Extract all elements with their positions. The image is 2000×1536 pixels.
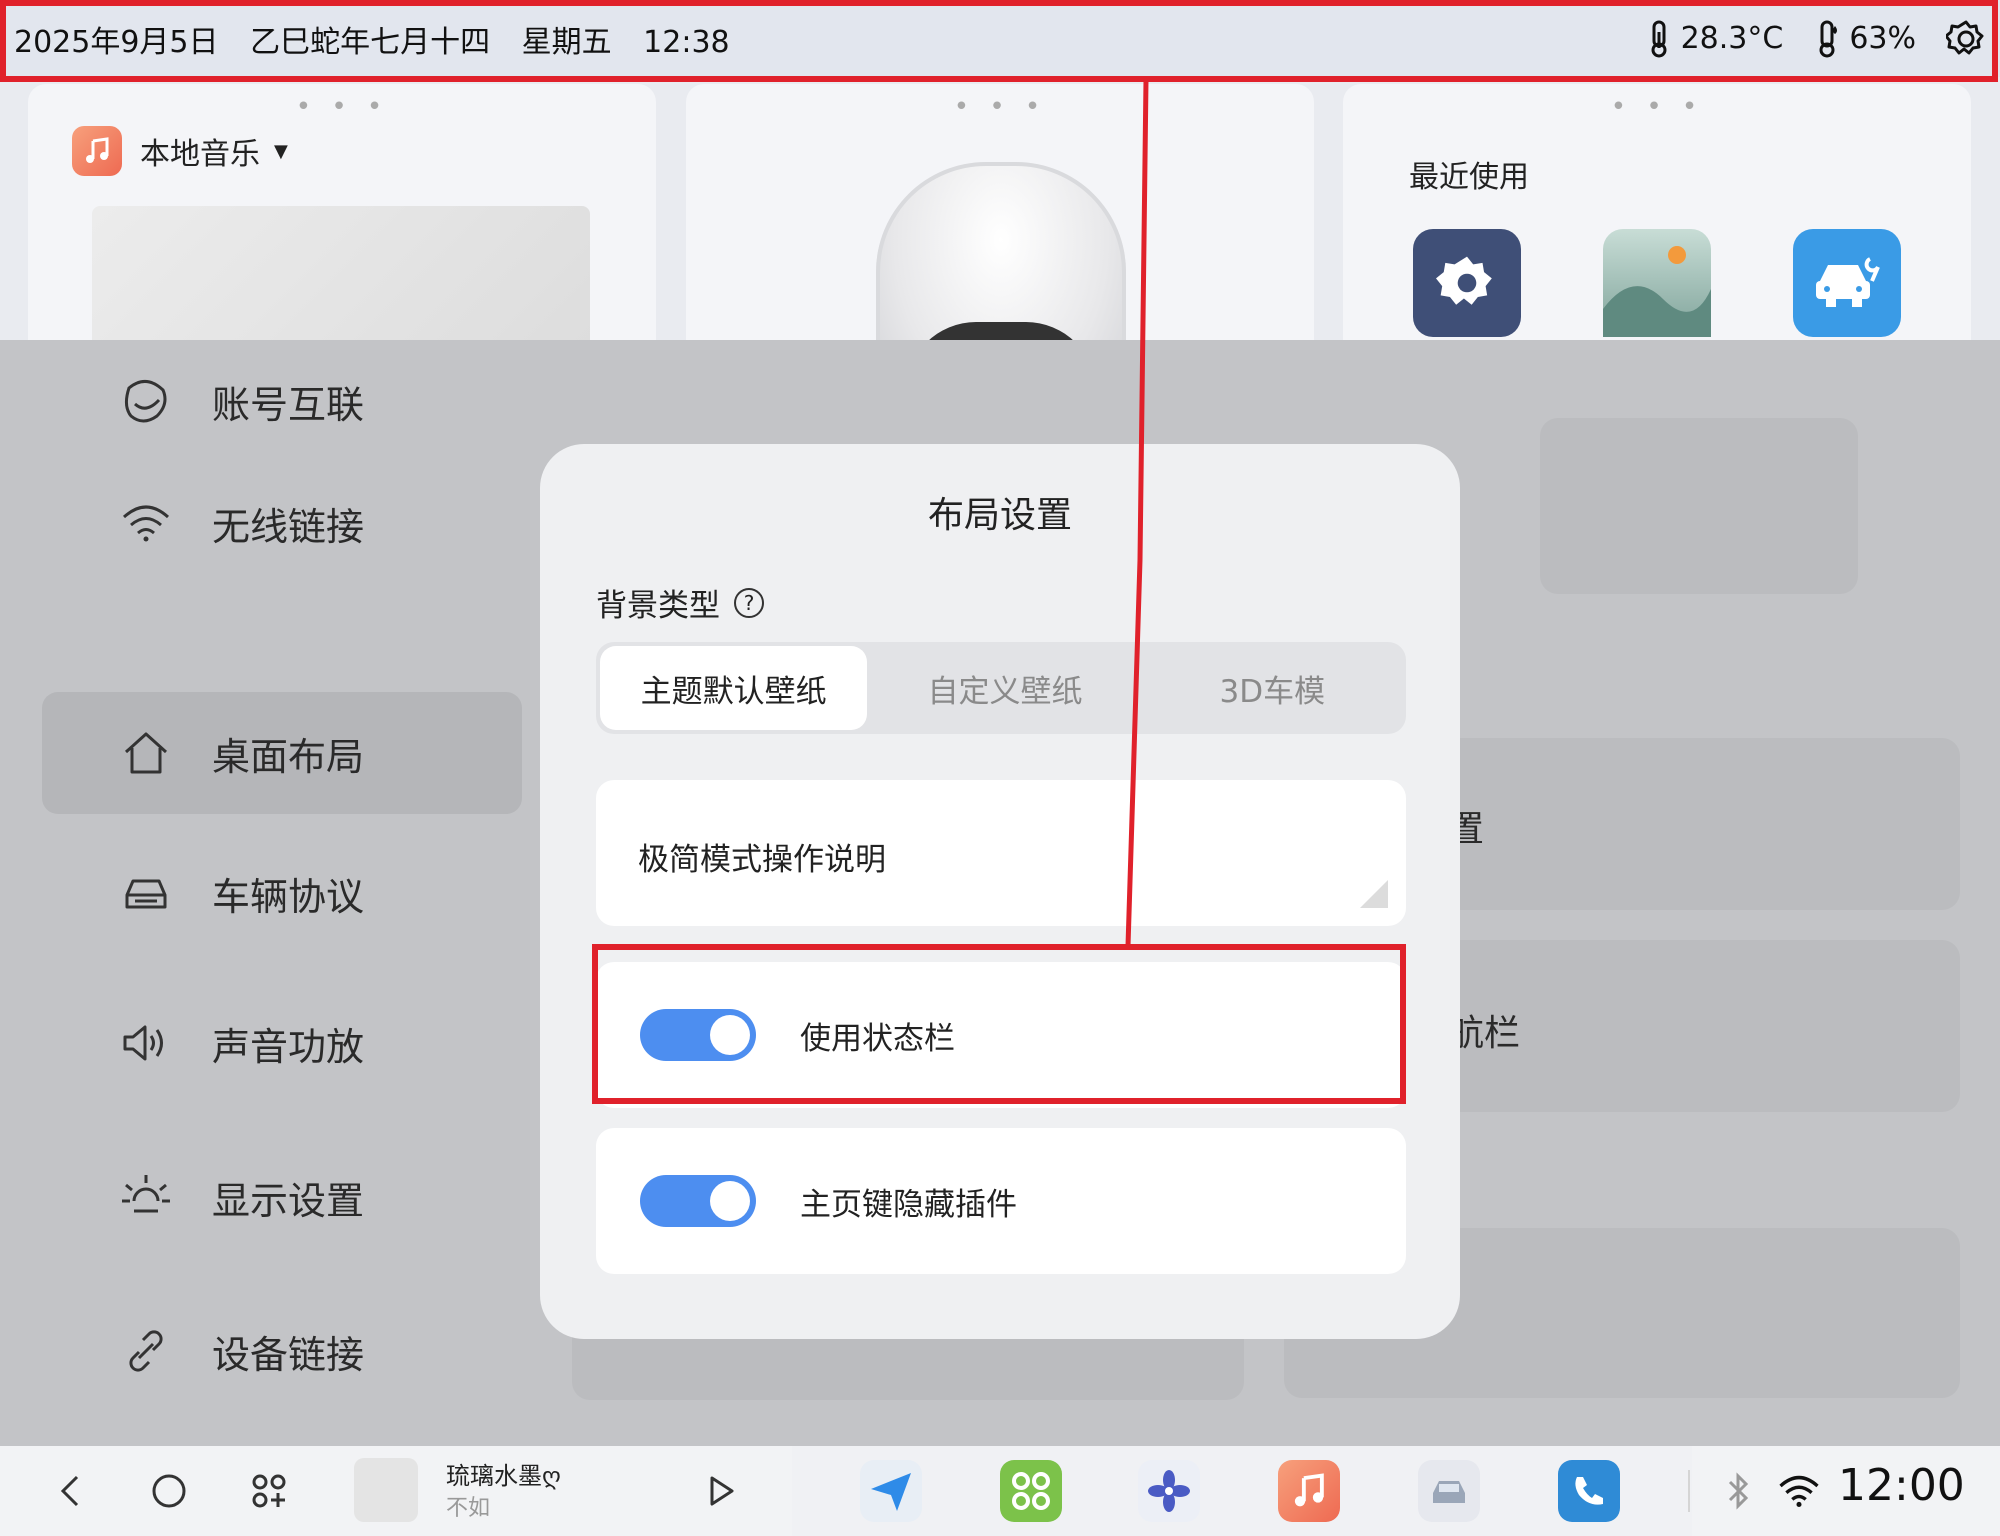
bottom-dock: 琉璃水墨ღ 不如 12:00 [0, 1446, 2000, 1536]
play-button[interactable] [696, 1466, 746, 1516]
annotation-connector-line [1125, 79, 1149, 947]
dock-divider [1688, 1470, 1690, 1512]
bluetooth-button[interactable] [1714, 1466, 1764, 1516]
apps-grid-app-icon[interactable] [1000, 1460, 1062, 1522]
home-button[interactable] [144, 1466, 194, 1516]
wifi-status-button[interactable] [1774, 1466, 1824, 1516]
music-app-icon[interactable] [1278, 1460, 1340, 1522]
chevron-left-icon [60, 1475, 79, 1507]
app-grid-icon [252, 1474, 286, 1508]
phone-app-icon[interactable] [1558, 1460, 1620, 1522]
navigation-app-icon[interactable] [860, 1460, 922, 1522]
now-playing-thumbnail[interactable] [354, 1458, 418, 1522]
now-playing-title: 琉璃水墨ღ [446, 1462, 561, 1490]
bluetooth-icon [1728, 1472, 1749, 1510]
back-button[interactable] [44, 1466, 94, 1516]
fan-climate-app-icon[interactable] [1138, 1460, 1200, 1522]
vehicle-app-icon[interactable] [1418, 1460, 1480, 1522]
wifi-status-icon [1779, 1475, 1819, 1507]
app-drawer-button[interactable] [244, 1466, 294, 1516]
dock-apps-area [792, 1446, 1692, 1536]
play-icon [710, 1476, 734, 1506]
dock-clock: 12:00 [1838, 1460, 1965, 1511]
now-playing-artist: 不如 [446, 1496, 491, 1521]
circle-home-icon [152, 1474, 186, 1508]
